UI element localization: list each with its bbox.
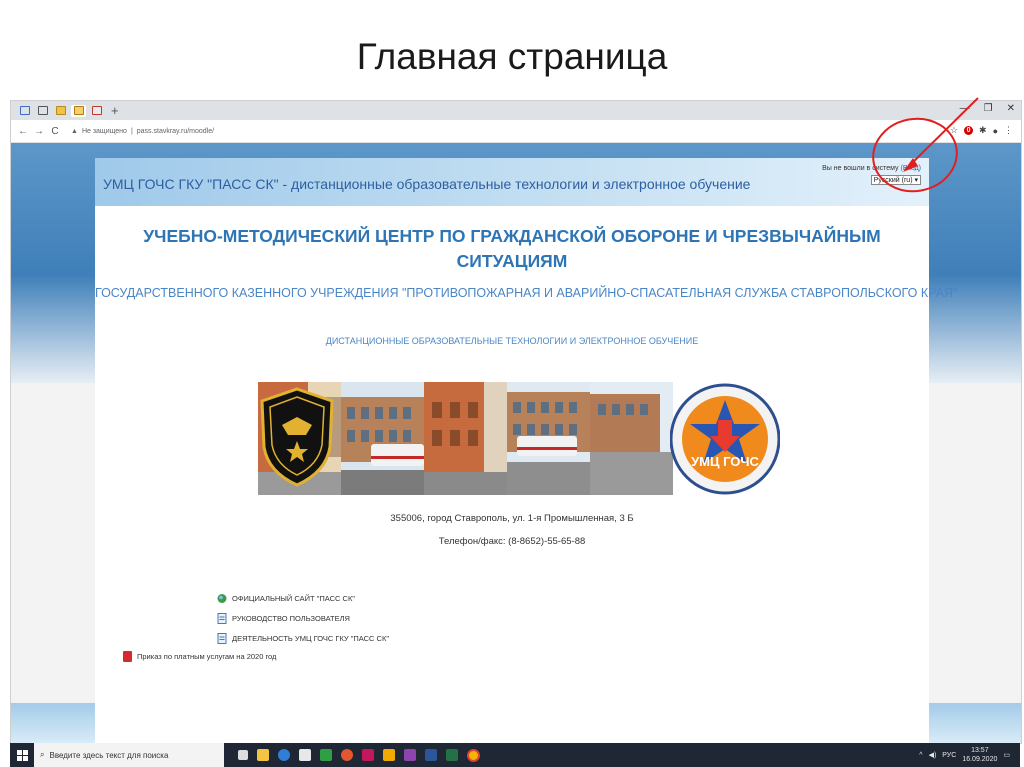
link-label: РУКОВОДСТВО ПОЛЬЗОВАТЕЛЯ — [232, 613, 350, 623]
tab-strip: + — ❐ ✕ — [11, 101, 1021, 120]
windows-taskbar: ⌕ Введите здесь текст для поиска ^ ◀) РУ… — [10, 743, 1020, 767]
windows-logo-icon — [16, 749, 28, 761]
slide-title: Главная страница — [356, 36, 668, 77]
globe-icon — [217, 593, 227, 603]
volume-icon[interactable]: ◀) — [929, 751, 937, 759]
back-arrow-icon[interactable]: ← — [17, 126, 29, 137]
sub-heading: ГОСУДАРСТВЕННОГО КАЗЕННОГО УЧРЕЖДЕНИЯ "П… — [95, 286, 958, 300]
puzzle-icon[interactable]: ✱ — [979, 125, 987, 136]
task-view-icon[interactable] — [238, 750, 248, 760]
chevron-up-icon[interactable]: ^ — [919, 752, 922, 759]
umc-gochs-emblem: УМЦ ГОЧС — [669, 380, 781, 503]
browser-tab-active[interactable] — [71, 104, 86, 117]
reload-icon[interactable]: C — [49, 126, 61, 137]
taskbar-search-placeholder: Введите здесь текст для поиска — [49, 750, 169, 760]
warning-icon: ▲ — [71, 127, 78, 135]
taskbar-apps — [238, 748, 480, 762]
start-button[interactable] — [10, 743, 34, 767]
star-icon[interactable]: ☆ — [950, 125, 958, 136]
building-photo — [424, 382, 507, 495]
file-explorer-icon[interactable] — [257, 749, 269, 761]
link-user-guide[interactable]: РУКОВОДСТВО ПОЛЬЗОВАТЕЛЯ — [217, 608, 389, 628]
word-icon[interactable] — [425, 749, 437, 761]
security-label: Не защищено — [81, 127, 127, 135]
edge-icon[interactable] — [278, 749, 290, 761]
building-photo — [507, 382, 590, 495]
browser-toolbar: ← → C ▲ Не защищено | pass.stavkray.ru/m… — [11, 120, 1021, 143]
phone-text: Телефон/факс: (8-8652)-55-65-88 — [438, 536, 586, 547]
search-icon: ⌕ — [40, 750, 45, 759]
minimize-icon[interactable]: — — [960, 103, 970, 114]
clock[interactable]: 13:57 16.09.2020 — [962, 746, 997, 764]
document-icon — [217, 632, 227, 644]
address-text: 355006, город Ставрополь, ул. 1-я Промыш… — [390, 513, 634, 524]
menu-dots-icon[interactable]: ⋮ — [1004, 125, 1013, 136]
emblem-label: УМЦ ГОЧС — [691, 454, 759, 469]
main-heading: УЧЕБНО-МЕТОДИЧЕСКИЙ ЦЕНТР ПО ГРАЖДАНСКОЙ… — [143, 226, 881, 271]
order-link-label: Приказ по платным услугам на 2020 год — [137, 652, 277, 661]
clock-date: 16.09.2020 — [962, 756, 998, 763]
close-icon[interactable]: ✕ — [1007, 103, 1015, 114]
app-icon[interactable] — [383, 749, 395, 761]
order-document-link[interactable]: Приказ по платным услугам на 2020 год — [123, 651, 276, 662]
maximize-icon[interactable]: ❐ — [984, 103, 993, 114]
browser-tab[interactable] — [53, 105, 68, 117]
app-icon[interactable] — [341, 749, 353, 761]
app-icon[interactable] — [404, 749, 416, 761]
link-label: ОФИЦИАЛЬНЫЙ САЙТ "ПАСС СК" — [232, 593, 355, 603]
site-header-title[interactable]: УМЦ ГОЧС ГКУ "ПАСС СК" - дистанционные о… — [103, 176, 750, 192]
store-icon[interactable] — [299, 749, 311, 761]
link-label: ДЕЯТЕЛЬНОСТЬ УМЦ ГОЧС ГКУ "ПАСС СК" — [232, 633, 389, 643]
building-photo — [341, 382, 424, 495]
profile-icon[interactable]: ● — [993, 126, 998, 136]
excel-icon[interactable] — [446, 749, 458, 761]
app-icon[interactable] — [320, 749, 332, 761]
address-bar[interactable]: ▲ Не защищено | pass.stavkray.ru/moodle/ — [71, 128, 214, 135]
link-activities[interactable]: ДЕЯТЕЛЬНОСТЬ УМЦ ГОЧС ГКУ "ПАСС СК" — [217, 628, 389, 648]
building-photo — [590, 382, 673, 495]
chrome-icon[interactable] — [467, 748, 480, 762]
document-icon — [217, 612, 227, 624]
browser-tab[interactable] — [17, 105, 32, 117]
page-viewport: УМЦ ГОЧС ГКУ "ПАСС СК" - дистанционные о… — [11, 143, 1021, 743]
taskbar-search[interactable]: ⌕ Введите здесь текст для поиска — [34, 743, 224, 767]
tray-language[interactable]: РУС — [942, 752, 956, 759]
notification-badge[interactable]: 0 — [964, 126, 974, 135]
site-page: УМЦ ГОЧС ГКУ "ПАСС СК" - дистанционные о… — [95, 158, 958, 743]
clock-time: 13:57 — [971, 747, 989, 754]
notification-center-icon[interactable]: ▭ — [1003, 751, 1010, 759]
login-info: Вы не вошли в систему (Вход) Русский (ru… — [822, 165, 921, 185]
login-status-text: Вы не вошли в систему — [822, 165, 899, 172]
tagline: ДИСТАНЦИОННЫЕ ОБРАЗОВАТЕЛЬНЫЕ ТЕХНОЛОГИИ… — [325, 336, 699, 346]
link-official-site[interactable]: ОФИЦИАЛЬНЫЙ САЙТ "ПАСС СК" — [217, 588, 389, 608]
browser-window: + — ❐ ✕ ← → C ▲ Не защищено | pass.stavk… — [10, 100, 1022, 744]
window-controls: — ❐ ✕ — [960, 103, 1015, 114]
toolbar-icons: ☆ 0 ✱ ● ⋮ — [950, 125, 1013, 136]
browser-tab[interactable] — [35, 105, 50, 117]
forward-arrow-icon[interactable]: → — [33, 126, 45, 137]
browser-tab[interactable] — [89, 105, 104, 117]
emergency-service-emblem — [258, 387, 336, 492]
resource-links: ОФИЦИАЛЬНЫЙ САЙТ "ПАСС СК" РУКОВОДСТВО П… — [217, 588, 389, 648]
app-icon[interactable] — [362, 749, 374, 761]
site-header: УМЦ ГОЧС ГКУ "ПАСС СК" - дистанционные о… — [95, 158, 929, 206]
pdf-icon — [123, 651, 132, 662]
language-select[interactable]: Русский (ru) ▾ — [870, 175, 921, 185]
url-text: pass.stavkray.ru/moodle/ — [136, 127, 215, 135]
login-link[interactable]: (Вход) — [901, 165, 922, 172]
system-tray: ^ ◀) РУС 13:57 16.09.2020 ▭ — [919, 746, 1010, 764]
new-tab-button[interactable]: + — [111, 104, 119, 117]
